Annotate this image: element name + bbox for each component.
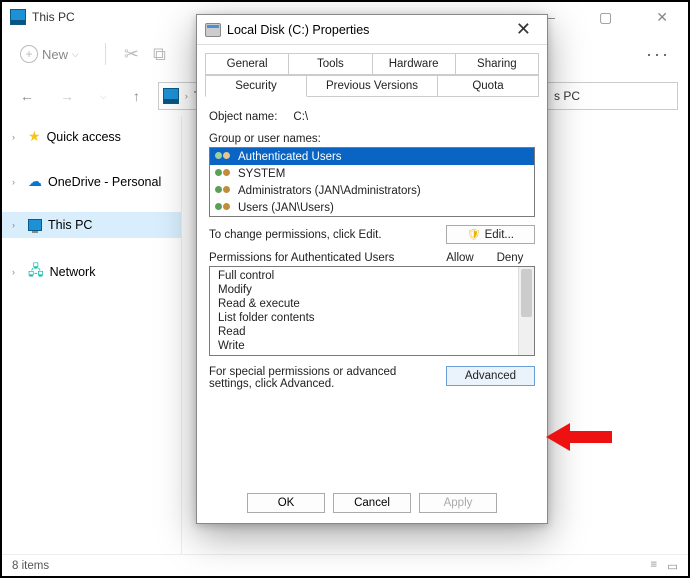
sidebar-item-label: Network	[50, 265, 96, 279]
permissions-listbox[interactable]: Full control Modify Read & execute List …	[209, 266, 535, 356]
permission-row: Write	[210, 339, 534, 353]
this-pc-icon	[10, 9, 26, 25]
user-name: Authenticated Users	[238, 151, 342, 163]
recent-button[interactable]: ⌵	[92, 87, 115, 106]
sidebar-item-network[interactable]: › 🖧 Network	[2, 254, 181, 290]
user-name: Users (JAN\Users)	[238, 202, 334, 214]
copy-icon[interactable]: ⧉	[153, 44, 166, 65]
advanced-button[interactable]: Advanced	[446, 366, 535, 386]
edit-label: Edit...	[485, 229, 514, 241]
users-icon	[214, 184, 234, 198]
details-view-icon[interactable]: ≡	[650, 559, 657, 573]
sidebar-item-onedrive[interactable]: › ☁ OneDrive - Personal	[2, 167, 181, 196]
permission-row: Read & execute	[210, 297, 534, 311]
tab-hardware[interactable]: Hardware	[373, 53, 456, 75]
sidebar-item-label: OneDrive - Personal	[48, 175, 161, 189]
tab-security[interactable]: Security	[205, 75, 307, 97]
item-count: 8 items	[12, 560, 49, 572]
monitor-icon	[28, 219, 42, 231]
close-button[interactable]: ✕	[644, 5, 680, 30]
permission-row: List folder contents	[210, 311, 534, 325]
disk-icon	[205, 23, 221, 37]
permission-row: Modify	[210, 283, 534, 297]
dialog-titlebar: Local Disk (C:) Properties ✕	[197, 15, 547, 45]
object-name-value: C:\	[293, 111, 308, 123]
permission-row: Read	[210, 325, 534, 339]
dialog-button-row: OK Cancel Apply	[197, 483, 547, 523]
cloud-icon: ☁	[28, 173, 42, 190]
edit-permissions-button[interactable]: 🛡 Edit...	[446, 225, 535, 244]
sidebar-item-quick-access[interactable]: › ★ Quick access	[2, 122, 181, 151]
plus-icon: +	[20, 45, 38, 63]
properties-dialog: Local Disk (C:) Properties ✕ General Too…	[196, 14, 548, 524]
advanced-help-text: For special permissions or advanced sett…	[209, 366, 436, 390]
group-users-label: Group or user names:	[209, 133, 535, 145]
network-icon: 🖧	[28, 260, 44, 284]
users-listbox[interactable]: Authenticated Users SYSTEM Administrator…	[209, 147, 535, 217]
sidebar-item-label: This PC	[48, 218, 92, 232]
sidebar-item-label: Quick access	[47, 130, 121, 144]
divider	[105, 43, 106, 65]
tab-strip: General Tools Hardware Sharing Security …	[205, 53, 539, 97]
new-label: New	[42, 47, 68, 62]
users-icon	[214, 167, 234, 181]
list-item[interactable]: SYSTEM	[210, 165, 534, 182]
permissions-header: Permissions for Authenticated Users	[209, 252, 435, 264]
tab-previous-versions[interactable]: Previous Versions	[307, 75, 438, 97]
cut-icon[interactable]: ✂	[124, 44, 139, 65]
window-title: This PC	[32, 10, 75, 24]
tab-general[interactable]: General	[205, 53, 289, 75]
thumbnails-view-icon[interactable]: ▭	[667, 559, 678, 573]
navigation-pane: › ★ Quick access › ☁ OneDrive - Personal…	[2, 116, 182, 554]
list-item[interactable]: Authenticated Users	[210, 148, 534, 165]
object-name-label: Object name:	[209, 111, 277, 123]
expand-icon[interactable]: ›	[12, 132, 22, 142]
up-button[interactable]: ↑	[125, 84, 148, 108]
list-item[interactable]: Users (JAN\Users)	[210, 199, 534, 216]
maximize-button[interactable]: ▢	[587, 5, 624, 30]
permission-row: Full control	[210, 269, 534, 283]
shield-icon: 🛡	[467, 228, 481, 241]
dialog-title: Local Disk (C:) Properties	[227, 23, 369, 37]
expand-icon[interactable]: ›	[12, 177, 22, 187]
status-bar: 8 items ≡ ▭	[2, 554, 688, 576]
tab-quota[interactable]: Quota	[438, 75, 539, 97]
deny-column: Deny	[485, 252, 535, 264]
new-menu-button[interactable]: + New ⌵	[12, 41, 87, 67]
user-name: SYSTEM	[238, 168, 285, 180]
location-icon	[163, 88, 179, 104]
apply-button[interactable]: Apply	[419, 493, 497, 513]
callout-arrow	[546, 417, 616, 457]
expand-icon[interactable]: ›	[12, 220, 22, 230]
overflow-button[interactable]: ···	[638, 40, 678, 69]
star-icon: ★	[28, 128, 41, 145]
tab-sharing[interactable]: Sharing	[456, 53, 539, 75]
list-item[interactable]: Administrators (JAN\Administrators)	[210, 182, 534, 199]
ok-button[interactable]: OK	[247, 493, 325, 513]
forward-button[interactable]: →	[52, 84, 82, 108]
users-icon	[214, 201, 234, 215]
address-text-right: s PC	[554, 89, 580, 103]
dialog-close-button[interactable]: ✕	[508, 19, 539, 40]
cancel-button[interactable]: Cancel	[333, 493, 411, 513]
back-button[interactable]: ←	[12, 84, 42, 108]
scrollbar[interactable]	[518, 267, 534, 355]
tab-tools[interactable]: Tools	[289, 53, 372, 75]
sidebar-item-this-pc[interactable]: › This PC	[2, 212, 181, 238]
allow-column: Allow	[435, 252, 485, 264]
expand-icon[interactable]: ›	[12, 267, 22, 277]
user-name: Administrators (JAN\Administrators)	[238, 185, 421, 197]
users-icon	[214, 150, 234, 164]
chevron-down-icon: ⌵	[72, 49, 79, 60]
change-permissions-text: To change permissions, click Edit.	[209, 229, 382, 241]
